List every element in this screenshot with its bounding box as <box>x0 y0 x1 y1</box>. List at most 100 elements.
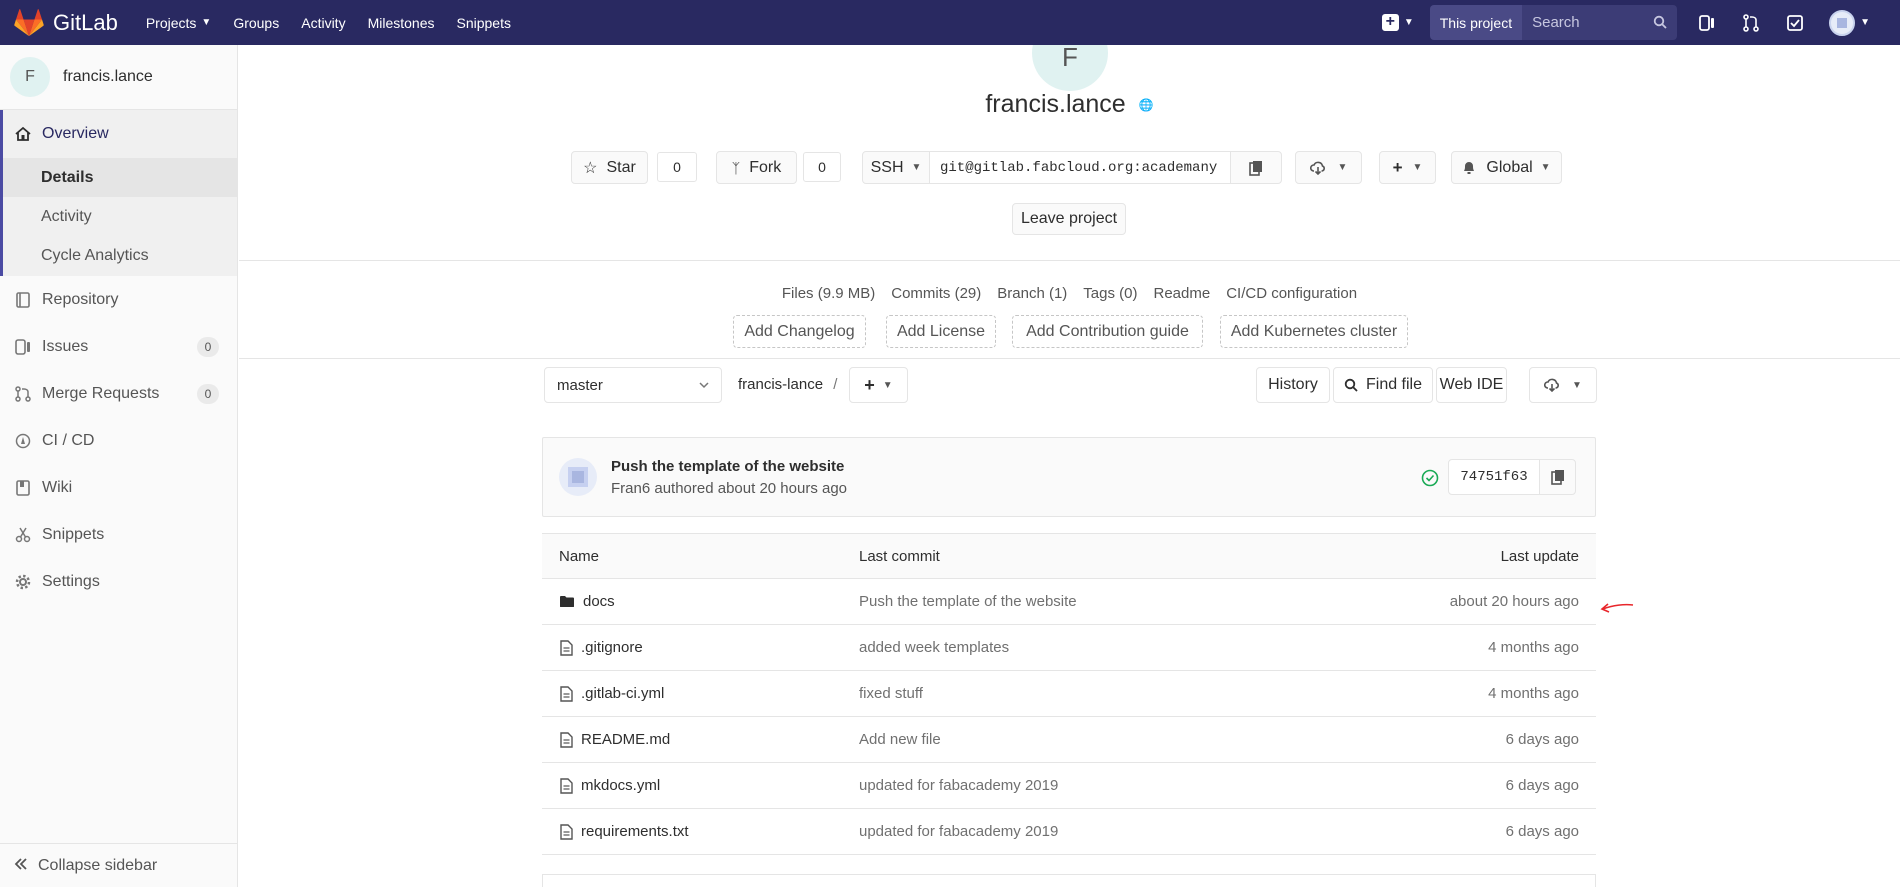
stat-files[interactable]: Files (9.9 MB) <box>782 285 875 302</box>
copy-clone-url-button[interactable] <box>1230 151 1282 184</box>
clone-url-input[interactable]: git@gitlab.fabcloud.org:academany <box>929 151 1231 184</box>
add-kubernetes-cluster-button[interactable]: Add Kubernetes cluster <box>1220 315 1408 348</box>
new-dropdown[interactable]: + ▼ <box>1381 14 1414 31</box>
commit-author-avatar[interactable] <box>559 458 597 496</box>
sidebar-item-settings[interactable]: Settings <box>0 558 237 605</box>
stat-ci-cd-configuration[interactable]: CI/CD configuration <box>1226 285 1357 302</box>
file-name-link[interactable]: docs <box>559 593 615 610</box>
chevron-down-icon <box>699 381 709 388</box>
nav-activity[interactable]: Activity <box>301 15 345 31</box>
issues-nav-icon[interactable] <box>1697 13 1717 33</box>
pipeline-status-passed-icon[interactable] <box>1421 469 1439 492</box>
plus-icon: + <box>1392 157 1403 177</box>
commit-title-link[interactable]: Push the template of the website <box>611 458 844 475</box>
star-button[interactable]: ☆ Star <box>571 151 648 184</box>
file-last-commit-link[interactable]: Add new file <box>859 731 941 748</box>
chevron-down-icon: ▼ <box>1540 162 1551 173</box>
stat-tags[interactable]: Tags (0) <box>1083 285 1137 302</box>
search-icon <box>1653 15 1667 29</box>
sidebar-item-snippets[interactable]: Snippets <box>0 511 237 558</box>
add-license-button[interactable]: Add License <box>886 315 996 348</box>
file-last-commit-link[interactable]: updated for fabacademy 2019 <box>859 777 1058 794</box>
todo-check-icon[interactable] <box>1785 13 1805 33</box>
file-last-commit-link[interactable]: updated for fabacademy 2019 <box>859 823 1058 840</box>
branch-selector[interactable]: master <box>544 367 722 403</box>
file-name-link[interactable]: README.md <box>559 731 670 748</box>
file-name-link[interactable]: .gitignore <box>559 639 643 656</box>
file-last-commit-link[interactable]: added week templates <box>859 639 1009 656</box>
nav-snippets[interactable]: Snippets <box>457 15 511 31</box>
file-name-link[interactable]: mkdocs.yml <box>559 777 660 794</box>
bell-icon <box>1464 162 1475 174</box>
commit-sha-link[interactable]: 74751f63 <box>1448 459 1540 495</box>
nav-projects[interactable]: Projects ▼ <box>146 15 211 31</box>
file-last-commit-link[interactable]: fixed stuff <box>859 685 923 702</box>
chevron-down-icon: ▼ <box>1860 17 1870 28</box>
notifications-dropdown[interactable]: Global ▼ <box>1451 151 1562 184</box>
user-menu-dropdown[interactable]: ▼ <box>1829 9 1870 36</box>
add-to-tree-dropdown[interactable]: + ▼ <box>849 367 908 403</box>
merge-request-icon <box>14 385 32 403</box>
sidebar-item-issues[interactable]: Issues 0 <box>0 323 237 370</box>
search-input[interactable] <box>1532 14 1653 31</box>
file-name-link[interactable]: requirements.txt <box>559 823 689 840</box>
merge-request-nav-icon[interactable] <box>1741 13 1761 33</box>
gitlab-logo-icon <box>14 8 44 36</box>
sidebar-subitem-activity[interactable]: Activity <box>3 197 237 236</box>
plus-square-icon: + <box>1381 14 1399 31</box>
add-contribution-guide-button[interactable]: Add Contribution guide <box>1012 315 1203 348</box>
breadcrumb-root-link[interactable]: francis-lance <box>738 376 823 393</box>
chevron-down-icon: ▼ <box>201 17 212 28</box>
search-area: This project <box>1429 5 1678 40</box>
find-file-button[interactable]: Find file <box>1333 367 1433 403</box>
gitlab-home-link[interactable]: GitLab <box>0 0 118 45</box>
cloud-download-icon <box>1309 161 1325 175</box>
fork-button[interactable]: ᛉ Fork <box>716 151 797 184</box>
file-name-link[interactable]: .gitlab-ci.yml <box>559 685 664 702</box>
folder-icon <box>559 595 575 608</box>
header-name: Name <box>559 547 600 565</box>
file-name: docs <box>583 593 615 610</box>
nav-milestones[interactable]: Milestones <box>368 15 435 31</box>
readme-panel-top <box>542 874 1596 887</box>
chevron-down-icon: ▼ <box>882 379 893 391</box>
collapse-sidebar-button[interactable]: Collapse sidebar <box>0 843 238 887</box>
copy-sha-button[interactable] <box>1539 459 1576 495</box>
sidebar-item-label: Wiki <box>42 478 73 496</box>
sidebar-item-merge-requests[interactable]: Merge Requests 0 <box>0 370 237 417</box>
sidebar-context-header[interactable]: F francis.lance <box>0 45 237 110</box>
file-last-update: 4 months ago <box>1488 685 1579 702</box>
star-count[interactable]: 0 <box>657 152 697 182</box>
project-title: francis.lance 🌐 <box>239 90 1900 119</box>
stat-readme[interactable]: Readme <box>1153 285 1210 302</box>
fork-count[interactable]: 0 <box>803 152 841 182</box>
history-button[interactable]: History <box>1256 367 1330 403</box>
sidebar-item-repository[interactable]: Repository <box>0 276 237 323</box>
stat-branches[interactable]: Branch (1) <box>997 285 1067 302</box>
breadcrumb-separator: / <box>833 376 838 393</box>
sidebar-subitem-details[interactable]: Details <box>3 158 237 197</box>
sidebar-subitem-cycle-analytics[interactable]: Cycle Analytics <box>3 236 237 276</box>
file-last-commit-link[interactable]: Push the template of the website <box>859 593 1077 610</box>
sidebar-item-label: Merge Requests <box>42 384 160 402</box>
download-dropdown[interactable]: ▼ <box>1295 151 1362 184</box>
search-scope-badge[interactable]: This project <box>1429 5 1523 40</box>
issues-count-badge: 0 <box>197 337 219 357</box>
leave-project-button[interactable]: Leave project <box>1012 203 1126 235</box>
new-file-dropdown[interactable]: + ▼ <box>1379 151 1436 184</box>
clone-protocol-dropdown[interactable]: SSH ▼ <box>862 151 930 184</box>
branch-name: master <box>557 376 603 394</box>
nav-groups[interactable]: Groups <box>233 15 279 31</box>
repo-download-dropdown[interactable]: ▼ <box>1529 367 1597 403</box>
web-ide-button[interactable]: Web IDE <box>1436 367 1507 403</box>
header-last-update: Last update <box>1500 547 1579 565</box>
sidebar-item-wiki[interactable]: Wiki <box>0 464 237 511</box>
sidebar-item-overview[interactable]: Overview <box>3 110 237 158</box>
file-last-update: about 20 hours ago <box>1449 593 1579 610</box>
rocket-icon <box>14 432 32 450</box>
table-row: docs Push the template of the website ab… <box>542 579 1596 625</box>
add-changelog-button[interactable]: Add Changelog <box>733 315 866 348</box>
stat-commits[interactable]: Commits (29) <box>891 285 981 302</box>
search-icon <box>1344 378 1358 392</box>
sidebar-item-ci-cd[interactable]: CI / CD <box>0 417 237 464</box>
